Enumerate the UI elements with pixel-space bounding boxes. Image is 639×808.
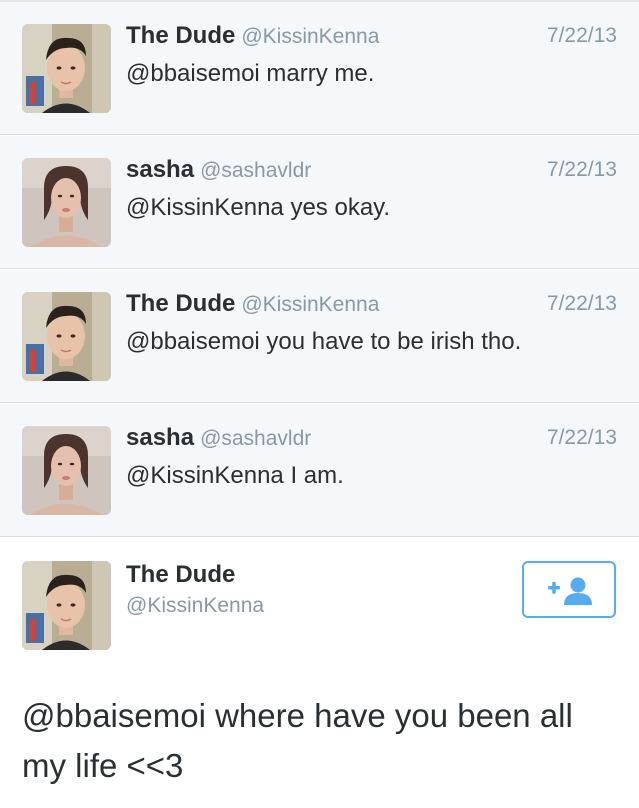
tweet-date: 7/22/13: [546, 292, 617, 315]
tweet-author[interactable]: sasha @sashavldr: [126, 156, 311, 184]
author-handle: @KissinKenna: [241, 25, 380, 48]
tweet-text: @bbaisemoi you have to be irish tho.: [126, 328, 522, 355]
avatar[interactable]: [22, 24, 111, 113]
author-name: sasha: [126, 156, 195, 183]
conversation-tweet[interactable]: sasha @sashavldr 7/22/13 @KissinKenna I a…: [0, 404, 639, 537]
author-handle[interactable]: @KissinKenna: [126, 594, 264, 618]
tweet-date: 7/22/13: [546, 24, 617, 47]
tweet-date: 7/22/13: [546, 158, 617, 181]
tweet-author[interactable]: sasha @sashavldr: [126, 424, 311, 452]
tweet-text: @KissinKenna yes okay.: [126, 194, 391, 221]
author-name: The Dude: [126, 290, 236, 317]
avatar[interactable]: [22, 292, 111, 381]
main-tweet: The Dude @KissinKenna @bbaisemoi where h…: [0, 539, 639, 808]
tweet-author[interactable]: The Dude @KissinKenna: [126, 22, 379, 50]
follow-button[interactable]: [522, 561, 616, 618]
conversation-tweet[interactable]: The Dude @KissinKenna 7/22/13 @bbaisemoi …: [0, 2, 639, 135]
tweet-text: @KissinKenna I am.: [126, 462, 344, 489]
author-name[interactable]: The Dude: [126, 561, 235, 589]
author-handle: @sashavldr: [200, 159, 312, 182]
conversation-tweet[interactable]: The Dude @KissinKenna 7/22/13 @bbaisemoi …: [0, 270, 639, 403]
author-handle: @KissinKenna: [241, 293, 380, 316]
tweet-date: 7/22/13: [546, 426, 617, 449]
add-user-icon: [548, 577, 592, 605]
tweet-author[interactable]: The Dude @KissinKenna: [126, 290, 379, 318]
avatar[interactable]: [22, 561, 111, 650]
avatar[interactable]: [22, 158, 111, 247]
tweet-text: @bbaisemoi marry me.: [126, 60, 375, 87]
conversation-tweet[interactable]: sasha @sashavldr 7/22/13 @KissinKenna yes…: [0, 136, 639, 269]
author-handle: @sashavldr: [200, 427, 312, 450]
author-name: The Dude: [126, 22, 236, 49]
tweet-text: @bbaisemoi where have you been all my li…: [22, 697, 573, 784]
author-name: sasha: [126, 424, 195, 451]
avatar[interactable]: [22, 426, 111, 515]
